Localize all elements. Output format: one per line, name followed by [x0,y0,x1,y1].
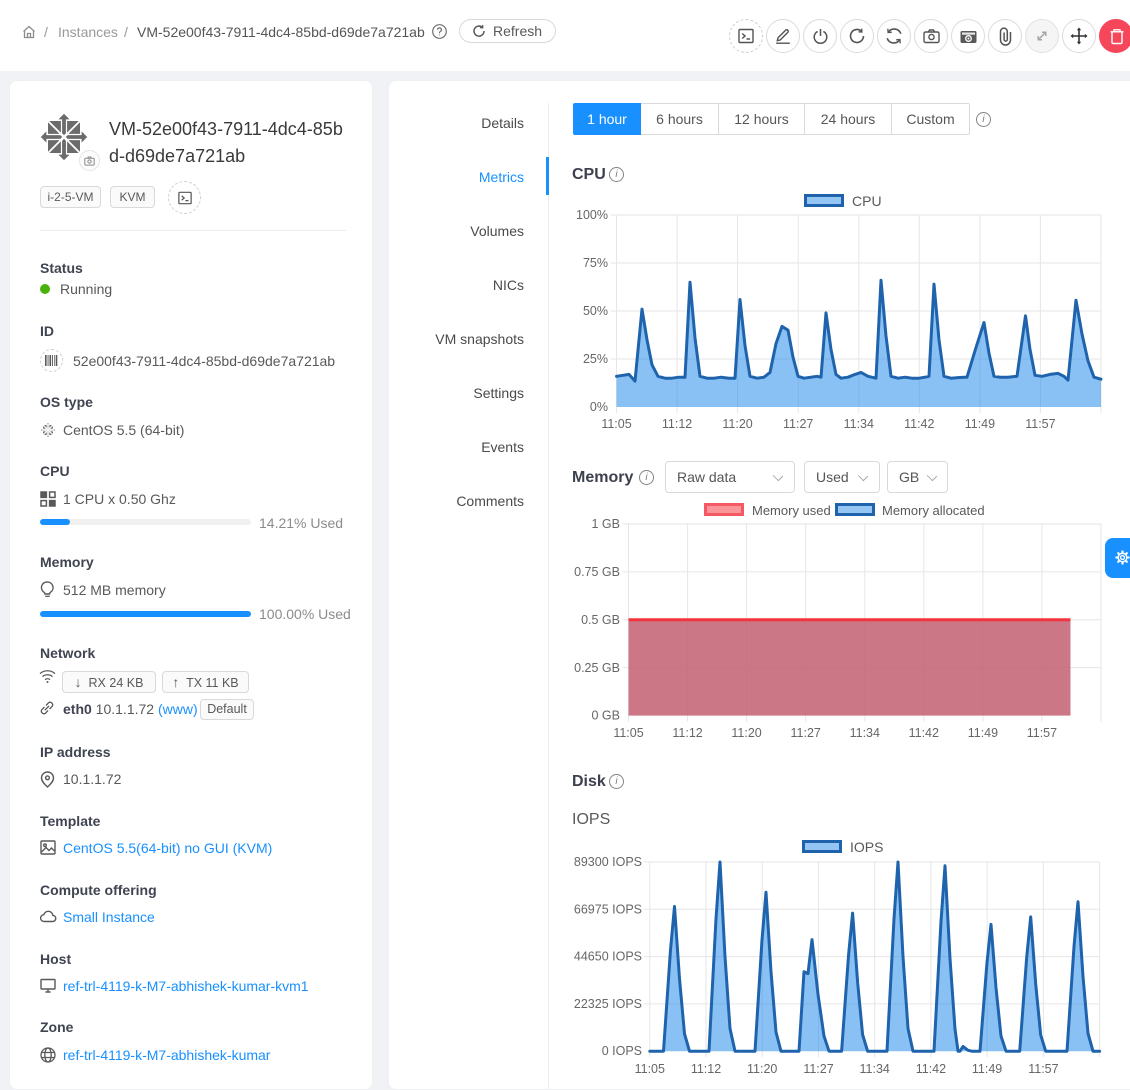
svg-text:11:34: 11:34 [860,1062,890,1076]
svg-text:11:49: 11:49 [968,726,998,740]
svg-text:0 IOPS: 0 IOPS [602,1044,642,1058]
svg-text:11:12: 11:12 [691,1062,721,1076]
svg-text:11:27: 11:27 [803,1062,833,1076]
svg-text:11:57: 11:57 [1025,417,1055,431]
svg-text:0.25 GB: 0.25 GB [574,661,620,675]
svg-text:0.75 GB: 0.75 GB [574,565,620,579]
svg-text:11:12: 11:12 [672,726,702,740]
svg-text:75%: 75% [583,256,608,270]
svg-text:11:34: 11:34 [844,417,874,431]
svg-text:11:42: 11:42 [904,417,934,431]
svg-text:22325 IOPS: 22325 IOPS [574,997,642,1011]
svg-text:66975 IOPS: 66975 IOPS [574,902,642,916]
svg-text:11:57: 11:57 [1027,726,1057,740]
svg-text:11:49: 11:49 [972,1062,1002,1076]
svg-text:11:27: 11:27 [791,726,821,740]
svg-text:44650 IOPS: 44650 IOPS [574,950,642,964]
svg-text:11:20: 11:20 [722,417,752,431]
svg-text:11:05: 11:05 [635,1062,665,1076]
svg-text:100%: 100% [576,208,608,222]
svg-text:11:42: 11:42 [916,1062,946,1076]
svg-text:1 GB: 1 GB [592,517,621,531]
svg-text:11:05: 11:05 [613,726,643,740]
svg-text:0 GB: 0 GB [592,709,621,723]
svg-text:11:12: 11:12 [662,417,692,431]
svg-text:0.5 GB: 0.5 GB [581,613,620,627]
svg-text:11:57: 11:57 [1028,1062,1058,1076]
svg-text:0%: 0% [590,400,608,414]
svg-text:50%: 50% [583,304,608,318]
svg-text:11:27: 11:27 [783,417,813,431]
svg-text:11:20: 11:20 [731,726,761,740]
svg-text:25%: 25% [583,352,608,366]
svg-text:11:49: 11:49 [965,417,995,431]
svg-text:89300 IOPS: 89300 IOPS [574,855,642,869]
svg-text:11:05: 11:05 [601,417,631,431]
svg-text:11:42: 11:42 [909,726,939,740]
svg-text:11:34: 11:34 [850,726,880,740]
svg-text:11:20: 11:20 [747,1062,777,1076]
